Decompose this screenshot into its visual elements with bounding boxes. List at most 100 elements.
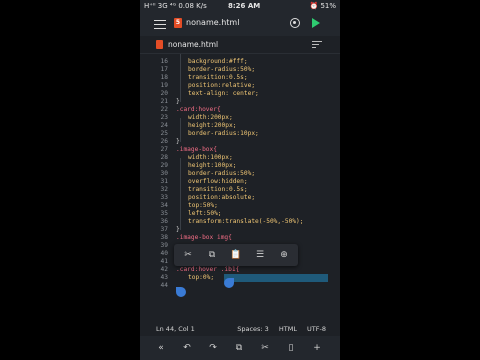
- cursor-position: Ln 44, Col 1: [156, 325, 195, 333]
- line-number: 31: [160, 178, 168, 185]
- code-text: height:100px;: [188, 162, 237, 169]
- undo-icon[interactable]: ↶: [180, 342, 194, 354]
- code-line[interactable]: 22 .card:hover{: [140, 106, 340, 114]
- sort-icon[interactable]: [312, 41, 322, 49]
- code-line[interactable]: 23 width:200px;: [140, 114, 340, 122]
- code-text: transform:translate(-50%,-50%);: [188, 218, 304, 225]
- copy-icon[interactable]: ⧉: [206, 249, 218, 261]
- line-number: 39: [160, 242, 168, 249]
- code-text: transition:0.5s;: [188, 74, 248, 81]
- paste-icon[interactable]: 📋: [230, 249, 242, 261]
- battery-indicator: ⏰ 51%: [309, 2, 337, 10]
- code-text: top:0%;: [188, 274, 215, 281]
- redo-icon[interactable]: ↷: [206, 342, 220, 354]
- code-text: border-radius:50%;: [188, 170, 256, 177]
- code-line[interactable]: 21}: [140, 98, 340, 106]
- signal-indicator: H⁺ᴵᴵ 3G ⁴ᴳ 0.08 K/s: [144, 2, 207, 10]
- code-text: width:200px;: [188, 114, 233, 121]
- code-text: left:50%;: [188, 210, 222, 217]
- app-bar: 5 noname.html: [140, 12, 340, 36]
- code-line[interactable]: 20 text-align: center;: [140, 90, 340, 98]
- line-number: 44: [160, 282, 168, 289]
- code-text: .card:hover{: [176, 106, 221, 113]
- code-line[interactable]: 33 position:absolute;: [140, 194, 340, 202]
- indent-setting[interactable]: Spaces: 3: [237, 325, 269, 333]
- file-tab[interactable]: noname.html: [140, 36, 340, 54]
- code-line[interactable]: 28 width:100px;: [140, 154, 340, 162]
- code-line[interactable]: 37}: [140, 226, 340, 234]
- code-line[interactable]: 30 border-radius:50%;: [140, 170, 340, 178]
- encoding[interactable]: UTF-8: [307, 325, 326, 333]
- cut-icon[interactable]: ✂: [182, 249, 194, 261]
- selection-handle-end[interactable]: [224, 278, 234, 288]
- line-number: 26: [160, 138, 168, 145]
- code-text: }: [176, 98, 180, 105]
- code-line[interactable]: 44: [140, 282, 340, 290]
- code-line[interactable]: 35 left:50%;: [140, 210, 340, 218]
- run-icon[interactable]: [312, 18, 320, 28]
- bottom-toolbar: « ↶ ↷ ⧉ ✂ ▯ +: [140, 336, 340, 360]
- code-line[interactable]: 27 .image-box{: [140, 146, 340, 154]
- code-text: width:100px;: [188, 154, 233, 161]
- code-line[interactable]: 17 border-radius:50%;: [140, 66, 340, 74]
- line-number: 40: [160, 250, 168, 257]
- paste-icon[interactable]: ▯: [284, 342, 298, 354]
- code-line[interactable]: 16 background:#fff;: [140, 58, 340, 66]
- line-number: 43: [160, 274, 168, 281]
- duplicate-icon[interactable]: ⧉: [232, 342, 246, 354]
- code-line[interactable]: 19 position:relative;: [140, 82, 340, 90]
- line-number: 38: [160, 234, 168, 241]
- web-search-icon[interactable]: ⊕: [278, 249, 290, 261]
- html-file-icon: [156, 40, 163, 49]
- line-number: 23: [160, 114, 168, 121]
- line-number: 35: [160, 210, 168, 217]
- selection-popup: ✂ ⧉ 📋 ☰ ⊕: [174, 244, 298, 266]
- code-text: background:#fff;: [188, 58, 248, 65]
- line-number: 42: [160, 266, 168, 273]
- code-line[interactable]: 26}: [140, 138, 340, 146]
- line-number: 29: [160, 162, 168, 169]
- code-line[interactable]: 34 top:50%;: [140, 202, 340, 210]
- code-line[interactable]: 42 .card:hover .ib1{: [140, 266, 340, 274]
- code-line[interactable]: 25 border-radius:10px;: [140, 130, 340, 138]
- code-line[interactable]: 29 height:100px;: [140, 162, 340, 170]
- code-text: top:50%;: [188, 202, 218, 209]
- app-title: noname.html: [186, 18, 240, 27]
- line-number: 34: [160, 202, 168, 209]
- code-line[interactable]: 18 transition:0.5s;: [140, 74, 340, 82]
- line-number: 16: [160, 58, 168, 65]
- code-text: position:relative;: [188, 82, 256, 89]
- code-text: transition:0.5s;: [188, 186, 248, 193]
- code-text: .image-box{: [176, 146, 217, 153]
- code-text: overflow:hidden;: [188, 178, 248, 185]
- code-line[interactable]: 24 height:200px;: [140, 122, 340, 130]
- search-icon[interactable]: [290, 18, 300, 28]
- language-mode[interactable]: HTML: [279, 325, 297, 333]
- line-number: 37: [160, 226, 168, 233]
- select-all-icon[interactable]: ☰: [254, 249, 266, 261]
- add-icon[interactable]: +: [310, 342, 324, 354]
- line-number: 33: [160, 194, 168, 201]
- line-number: 17: [160, 66, 168, 73]
- tab-icon[interactable]: «: [154, 342, 168, 354]
- editor-status-bar: Ln 44, Col 1 Spaces: 3 HTML UTF-8: [140, 322, 340, 336]
- code-text: border-radius:50%;: [188, 66, 256, 73]
- menu-icon[interactable]: [154, 17, 166, 31]
- line-number: 32: [160, 186, 168, 193]
- code-line[interactable]: 43 top:0%;: [140, 274, 340, 282]
- selection-handle-start[interactable]: [176, 287, 186, 297]
- line-number: 20: [160, 90, 168, 97]
- cut-icon[interactable]: ✂: [258, 342, 272, 354]
- code-text: .image-box img{: [176, 234, 232, 241]
- code-text: }: [176, 226, 180, 233]
- line-number: 18: [160, 74, 168, 81]
- code-line[interactable]: 31 overflow:hidden;: [140, 178, 340, 186]
- line-number: 21: [160, 98, 168, 105]
- code-line[interactable]: 38 .image-box img{: [140, 234, 340, 242]
- clock: 8:26 AM: [228, 2, 261, 10]
- code-line[interactable]: 32 transition:0.5s;: [140, 186, 340, 194]
- code-line[interactable]: 36 transform:translate(-50%,-50%);: [140, 218, 340, 226]
- code-editor[interactable]: 16 background:#fff; 17 border-radius:50%; 18…: [140, 54, 340, 316]
- line-number: 19: [160, 82, 168, 89]
- phone-screen: H⁺ᴵᴵ 3G ⁴ᴳ 0.08 K/s 8:26 AM ⏰ 51% 5 nona…: [140, 0, 340, 360]
